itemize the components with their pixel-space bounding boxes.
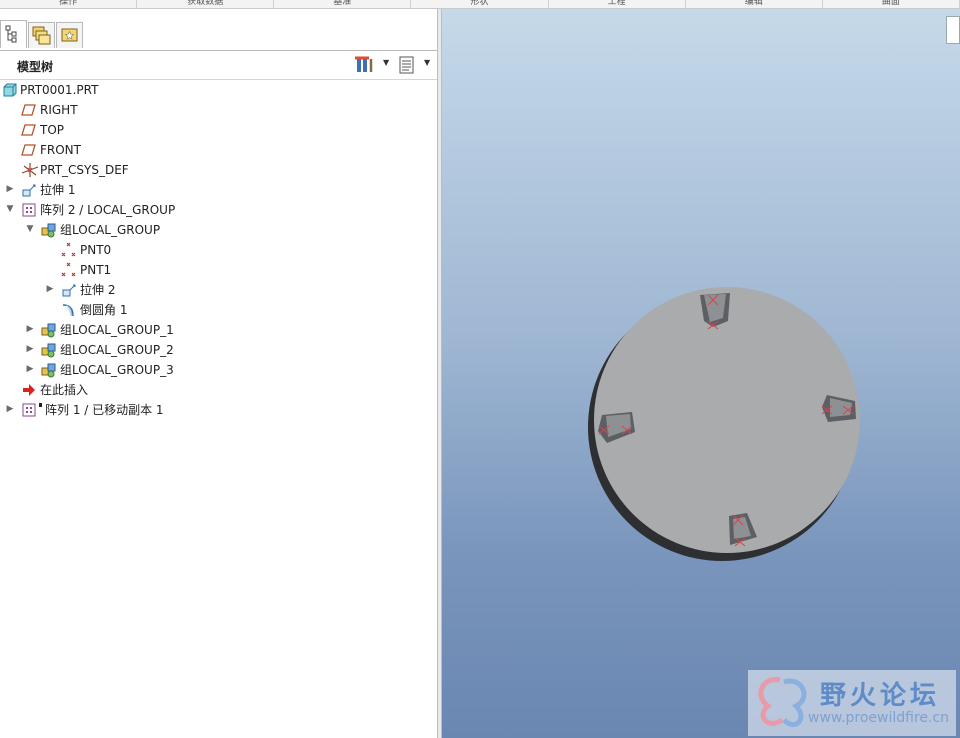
chevron-down-icon[interactable]: ▼ bbox=[383, 58, 389, 67]
tree-item-group[interactable]: ▶ 组LOCAL_GROUP_1 bbox=[0, 320, 437, 340]
datum-plane-icon bbox=[21, 142, 37, 158]
watermark-url: www.proewildfire.cn bbox=[808, 710, 950, 726]
datum-plane-icon bbox=[21, 102, 37, 118]
tools-icon bbox=[355, 56, 373, 72]
tree-item-label: 组LOCAL_GROUP_2 bbox=[60, 343, 174, 357]
graphics-viewport[interactable] bbox=[442, 9, 960, 738]
datum-point-icon bbox=[61, 262, 77, 278]
tree-item-label: 倒圆角 1 bbox=[80, 303, 128, 317]
ribbon-tab[interactable]: 工程 bbox=[549, 0, 686, 8]
moved-copy-marker-icon bbox=[39, 402, 44, 418]
tree-item-group[interactable]: ▶ 组LOCAL_GROUP_2 bbox=[0, 340, 437, 360]
tree-item-label: PRT_CSYS_DEF bbox=[40, 163, 129, 177]
group-icon bbox=[41, 342, 57, 358]
tree-item-pattern[interactable]: ▶ 阵列 1 / 已移动副本 1 bbox=[0, 400, 437, 420]
tree-item-extrude[interactable]: ▶ 拉伸 1 bbox=[0, 180, 437, 200]
tree-item-label: RIGHT bbox=[40, 103, 78, 117]
tree-item-part[interactable]: PRT0001.PRT bbox=[0, 80, 437, 100]
ribbon-tab[interactable]: 操作 bbox=[0, 0, 138, 8]
favorites-tab[interactable] bbox=[56, 22, 83, 48]
tree-item-csys[interactable]: PRT_CSYS_DEF bbox=[0, 160, 437, 180]
chevron-down-icon[interactable]: ▼ bbox=[424, 58, 430, 67]
favorites-icon bbox=[61, 28, 78, 42]
tree-item-label: 在此插入 bbox=[40, 383, 89, 397]
navigator-panel: 模型树 ▼ ▼ PRT0001.PRT RIGHT TOP FRONT PRT_… bbox=[0, 9, 437, 738]
tree-item-datum-plane[interactable]: FRONT bbox=[0, 140, 437, 160]
tree-item-label: 阵列 1 / 已移动副本 1 bbox=[45, 403, 164, 417]
tree-item-datum-point[interactable]: PNT0 bbox=[0, 240, 437, 260]
tree-item-label: PRT0001.PRT bbox=[20, 83, 99, 97]
tree-item-extrude[interactable]: ▶ 拉伸 2 bbox=[0, 280, 437, 300]
expand-arrow-icon[interactable]: ▶ bbox=[25, 324, 35, 334]
tree-item-pattern[interactable]: ▼ 阵列 2 / LOCAL_GROUP bbox=[0, 200, 437, 220]
insert-arrow-icon bbox=[21, 382, 37, 398]
pattern-icon bbox=[21, 402, 37, 418]
model-tree-tab[interactable] bbox=[0, 20, 27, 48]
model-tree-icon bbox=[5, 25, 17, 43]
coordinate-system-icon bbox=[21, 162, 39, 178]
collapse-arrow-icon[interactable]: ▼ bbox=[5, 204, 15, 214]
round-icon bbox=[61, 302, 77, 318]
expand-arrow-icon[interactable]: ▶ bbox=[5, 184, 15, 194]
watermark-logo bbox=[758, 677, 807, 728]
group-icon bbox=[41, 362, 57, 378]
view-toolbar-icon[interactable] bbox=[946, 16, 960, 44]
extrude-icon bbox=[61, 282, 77, 298]
tree-item-label: FRONT bbox=[40, 143, 81, 157]
tree-item-label: 组LOCAL_GROUP_1 bbox=[60, 323, 174, 337]
tree-item-group[interactable]: ▶ 组LOCAL_GROUP_3 bbox=[0, 360, 437, 380]
pattern-icon bbox=[21, 202, 37, 218]
group-icon bbox=[41, 222, 57, 238]
tree-item-insert-here[interactable]: 在此插入 bbox=[0, 380, 437, 400]
ribbon-tab[interactable]: 获取数据 bbox=[137, 0, 275, 8]
ribbon-tab[interactable]: 基准 bbox=[274, 0, 412, 8]
tree-item-label: TOP bbox=[40, 123, 65, 137]
datum-point-icon bbox=[61, 242, 77, 258]
group-icon bbox=[41, 322, 57, 338]
expand-arrow-icon[interactable]: ▶ bbox=[25, 364, 35, 374]
watermark-title: 野火论坛 bbox=[820, 681, 941, 711]
collapse-arrow-icon[interactable]: ▼ bbox=[25, 224, 35, 234]
folder-browser-icon bbox=[32, 26, 51, 45]
part-icon bbox=[2, 82, 18, 98]
tree-item-label: 阵列 2 / LOCAL_GROUP bbox=[40, 203, 176, 217]
tree-item-label: 拉伸 1 bbox=[40, 183, 76, 197]
folder-browser-tab[interactable] bbox=[28, 22, 55, 48]
tree-item-round[interactable]: 倒圆角 1 bbox=[0, 300, 437, 320]
datum-plane-icon bbox=[21, 122, 37, 138]
ribbon-tab-strip: 操作 获取数据 基准 形状 工程 编辑 曲面 bbox=[0, 0, 960, 9]
ribbon-tab[interactable]: 编辑 bbox=[686, 0, 823, 8]
tree-item-label: 组LOCAL_GROUP_3 bbox=[60, 363, 174, 377]
tree-item-group[interactable]: ▼ 组LOCAL_GROUP bbox=[0, 220, 437, 240]
ribbon-tab[interactable]: 形状 bbox=[411, 0, 549, 8]
model-tree-title: 模型树 bbox=[17, 60, 54, 74]
tree-item-label: 拉伸 2 bbox=[80, 283, 116, 297]
ribbon-tab[interactable]: 曲面 bbox=[823, 0, 960, 8]
extrude-icon bbox=[21, 182, 37, 198]
tree-item-datum-plane[interactable]: TOP bbox=[0, 120, 437, 140]
model-tree-header: 模型树 ▼ ▼ bbox=[0, 51, 437, 80]
expand-arrow-icon[interactable]: ▶ bbox=[25, 344, 35, 354]
show-options-button[interactable] bbox=[397, 55, 417, 75]
tree-item-datum-point[interactable]: PNT1 bbox=[0, 260, 437, 280]
tree-item-label: PNT0 bbox=[80, 243, 112, 257]
tree-item-label: PNT1 bbox=[80, 263, 112, 277]
tree-settings-button[interactable] bbox=[354, 55, 376, 75]
expand-arrow-icon[interactable]: ▶ bbox=[5, 404, 15, 414]
tree-item-datum-plane[interactable]: RIGHT bbox=[0, 100, 437, 120]
tree-item-label: 组LOCAL_GROUP bbox=[60, 223, 161, 237]
part-model-view[interactable] bbox=[442, 9, 960, 738]
list-page-icon bbox=[399, 56, 414, 74]
expand-arrow-icon[interactable]: ▶ bbox=[45, 284, 55, 294]
navigator-tabs bbox=[0, 19, 437, 51]
